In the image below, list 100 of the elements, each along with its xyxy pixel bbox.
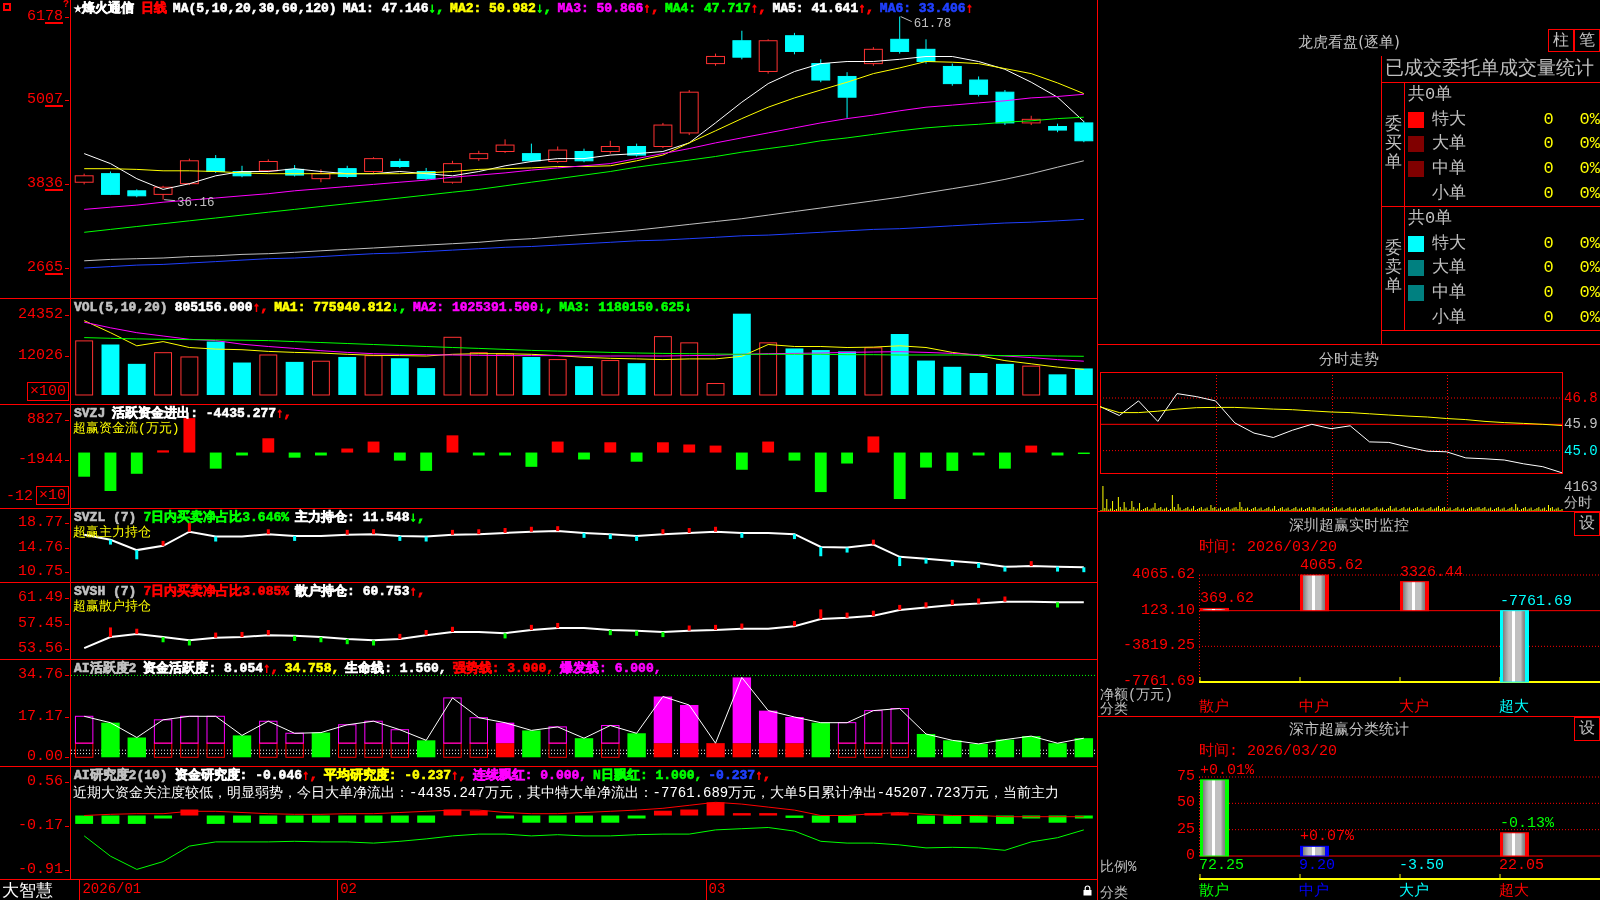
panel-title: 深市超赢分类统计 — [1289, 719, 1409, 739]
order-type-label: 中单 — [1432, 159, 1466, 180]
axis-label: 10.75 — [18, 565, 70, 580]
trend-arrow: ↑, — [643, 1, 659, 16]
order-type-label: 小单 — [1432, 307, 1466, 328]
axis-label: 45.0 — [1564, 442, 1598, 459]
legend-label: 7日内买卖净占比3.646% — [143, 510, 290, 525]
axis-label: -0.91 — [18, 863, 70, 877]
category-label: 超大 — [1499, 884, 1529, 900]
unit-label: ×10 — [36, 486, 69, 505]
legend-label: SVZJ — [73, 406, 107, 421]
legend-label: MA2: 50.982 — [450, 1, 536, 16]
order-count: 0 — [1543, 307, 1554, 328]
axis-label: 75 — [1177, 769, 1195, 785]
legend-label: 资金活跃度: 8.054 — [143, 661, 263, 676]
order-count: 0 — [1543, 109, 1554, 130]
trend-arrow: ↑, — [750, 1, 767, 16]
legend-label: MA6: 33.406 — [879, 1, 966, 16]
category-label: 大户 — [1399, 700, 1429, 716]
value-label: 9.20 — [1299, 858, 1335, 874]
axis-label: 12026 — [18, 348, 70, 363]
legend-label: -0.237 — [708, 768, 756, 783]
legend-label: 805156.000 — [174, 300, 253, 315]
axis-label: 14.76 — [18, 540, 70, 555]
axis-caption: 分时 — [1564, 495, 1592, 511]
trend-arrow: ↑, — [409, 584, 426, 599]
order-percent: 0% — [1579, 258, 1600, 279]
annotation: 36.16 — [177, 195, 215, 210]
legend-label: 爆发线: 6.000, — [560, 661, 662, 676]
order-count: 0 — [1543, 159, 1554, 180]
axis-label: 50 — [1177, 795, 1195, 812]
axis-label: 53.56 — [18, 641, 70, 656]
trend-arrow: ↓, — [428, 1, 445, 16]
order-count: 0 — [1543, 258, 1554, 279]
order-type-label: 特大 — [1432, 233, 1466, 254]
category-label: 散户 — [1199, 884, 1229, 900]
date-label: 03 — [705, 880, 726, 900]
legend-label: N日飘红: 1.000, — [593, 768, 703, 783]
panel-title: 分时走势 — [1319, 348, 1379, 369]
axis-label: -0.17 — [18, 818, 70, 833]
trend-arrow: ↓, — [535, 1, 552, 16]
legend-label: 资金研究度: -0.046 — [174, 768, 303, 783]
order-type-label: 特大 — [1432, 109, 1466, 130]
axis-title: 分类 — [1100, 702, 1128, 716]
table-title: 已成交委托单成交量统计 — [1382, 56, 1600, 83]
commentary-text: 近期大资金关注度较低，明显弱势，今日大单净流出：-4435.247万元，其中特大单净流出：-7761.689万元，大单5日累计净出-45207.723万元，当前主力 — [73, 784, 1059, 802]
panel-title: 深圳超赢实时监控 — [1289, 514, 1409, 535]
axis-title: 分类 — [1100, 886, 1128, 900]
legend-label: 活跃资金进出: -4435.277 — [112, 406, 277, 421]
axis-label: 8827 — [27, 413, 70, 428]
trend-arrow: ↓, — [537, 300, 554, 315]
trend-arrow: ↑, — [755, 768, 771, 783]
legend-label: 生命线: 1.560, — [345, 661, 447, 676]
legend-label: 连续飘红: 0.000, — [472, 768, 588, 783]
legend-label: MA5: 41.641 — [772, 1, 859, 16]
change-label: +0.07% — [1300, 828, 1354, 846]
axis-label: 0.56 — [27, 774, 70, 789]
axis-label: 18.77 — [18, 516, 70, 531]
order-percent: 0% — [1579, 183, 1600, 204]
axis-label: 61.49 — [18, 590, 70, 605]
legend-label: VOL(5,10,20) — [73, 300, 169, 315]
order-type-label: 大单 — [1432, 258, 1466, 279]
order-percent: 0% — [1579, 307, 1600, 328]
panel-title: 龙虎看盘(逐单) — [1298, 32, 1400, 52]
axis-label: 5007 — [26, 93, 70, 108]
order-type-label: 大单 — [1432, 134, 1466, 155]
bar-value-label: 4065.62 — [1300, 557, 1363, 574]
axis-label: 25 — [1177, 821, 1195, 838]
trend-arrow: ↑, — [451, 768, 467, 783]
axis-label: 2665 — [26, 260, 70, 275]
axis-label: 17.17 — [18, 709, 70, 724]
group-label: 委卖单 — [1384, 240, 1402, 297]
timestamp-label: 时间: 2026/03/20 — [1199, 539, 1338, 556]
date-label: 02 — [337, 880, 358, 900]
axis-label: -3819.25 — [1123, 638, 1195, 655]
brand-label: 大智慧 — [2, 880, 53, 900]
category-label: 中户 — [1299, 884, 1329, 900]
trend-arrow: ↑, — [302, 768, 318, 783]
axis-label: -12 — [5, 489, 33, 505]
order-percent: 0% — [1579, 233, 1600, 254]
volume-scale-label: 4163 — [1564, 479, 1598, 495]
legend-label: SVSH (7) — [73, 584, 138, 599]
legend-label: 34.758, — [284, 661, 340, 676]
axis-label: 24352 — [18, 308, 70, 323]
bar-value-label: -7761.69 — [1500, 592, 1572, 610]
category-label: 散户 — [1199, 700, 1229, 716]
value-label: 72.25 — [1199, 858, 1244, 874]
order-type-label: 小单 — [1432, 183, 1466, 204]
legend-label: 日线 — [140, 1, 167, 16]
order-percent: 0% — [1579, 134, 1600, 155]
legend-label: SVZL (7) — [73, 510, 138, 525]
bar-value-label: 369.62 — [1200, 590, 1254, 608]
bar-value-label: 3326.44 — [1400, 563, 1463, 581]
order-percent: 0% — [1579, 109, 1600, 130]
axis-label: -1944 — [18, 452, 70, 467]
change-label: -0.13% — [1500, 814, 1554, 832]
group-label: 委买单 — [1384, 116, 1402, 173]
legend-label: 7日内买卖净占比3.085% — [143, 584, 290, 599]
axis-label: 45.9 — [1564, 416, 1598, 433]
axis-label: 123.10 — [1141, 602, 1195, 619]
